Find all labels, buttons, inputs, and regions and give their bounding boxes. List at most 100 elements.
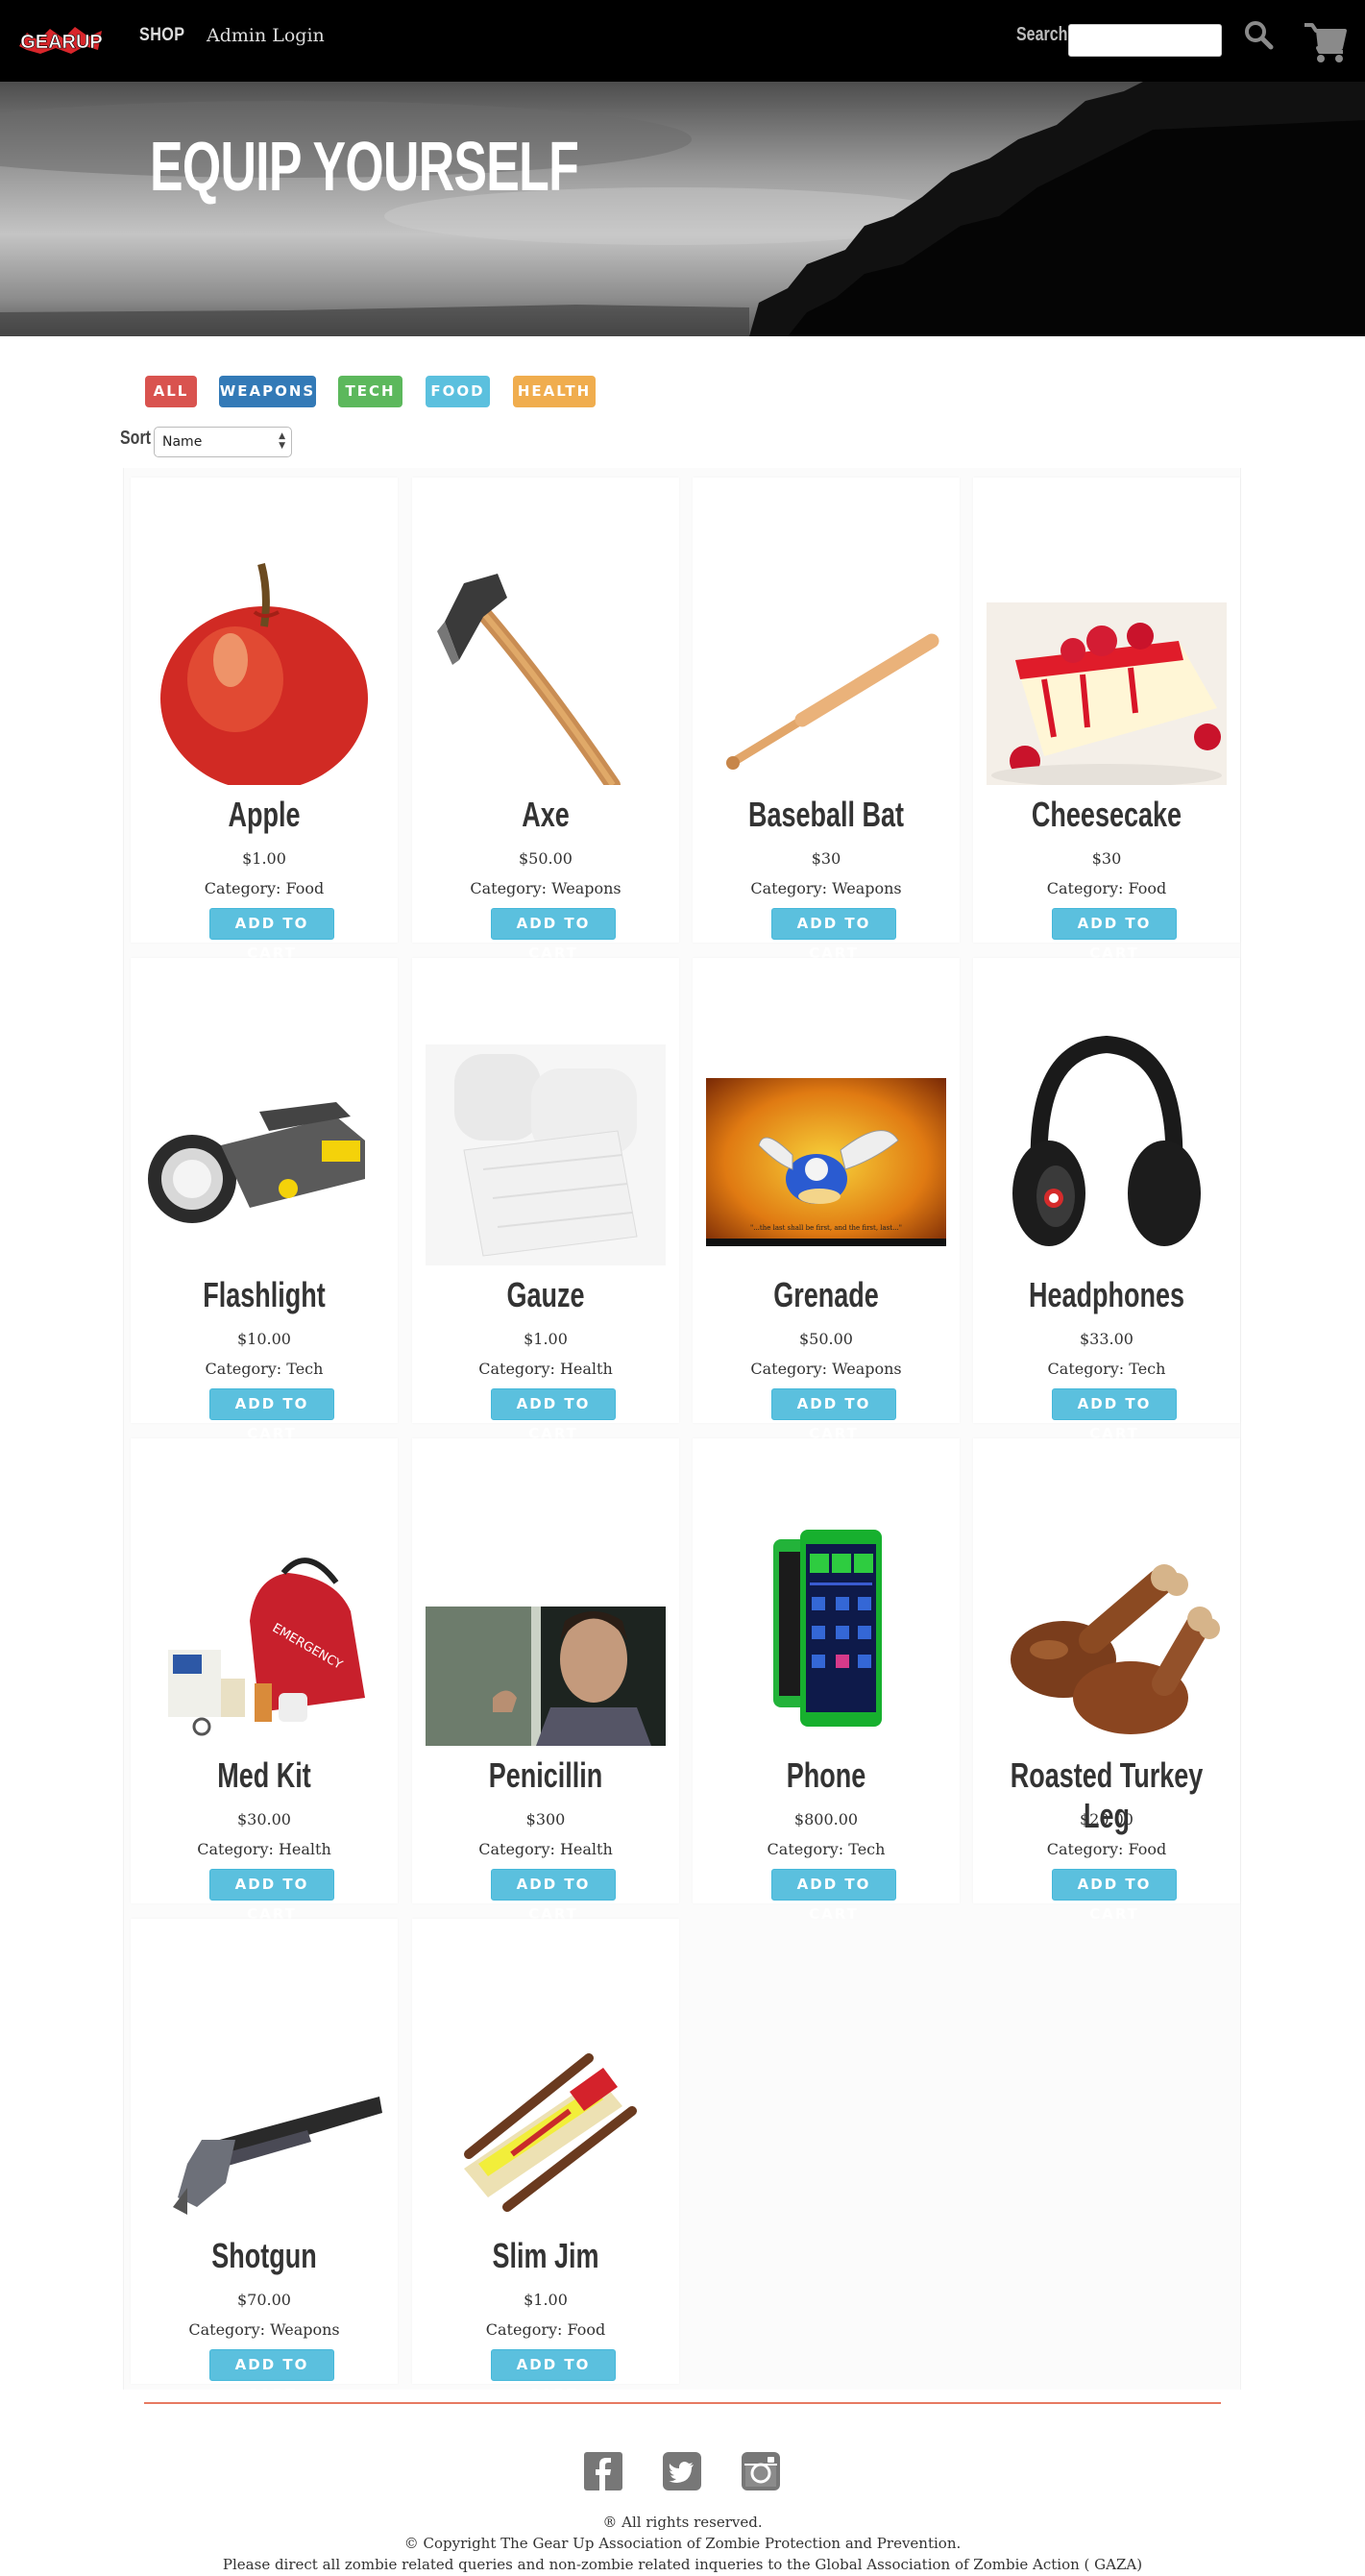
twitter-icon[interactable] [663, 2452, 701, 2490]
turkey-leg-image[interactable] [987, 1506, 1227, 1746]
search-icon[interactable] [1243, 19, 1276, 54]
add-to-cart-button[interactable]: ADD TO CART [209, 2349, 334, 2403]
product-category: Category: Tech [1047, 1360, 1166, 1378]
product-card: Phone $800.00 Category: Tech ADD TO CART [693, 1438, 960, 1923]
select-arrows-icon: ▲ ▼ [279, 431, 285, 451]
product-price: $10.00 [237, 1330, 291, 1348]
flashlight-image[interactable] [144, 1025, 384, 1265]
product-card: "...the last shall be first, and the fir… [693, 958, 960, 1442]
product-name[interactable]: Cheesecake [1007, 795, 1207, 835]
add-to-cart-button[interactable]: ADD TO CART [771, 1388, 896, 1442]
navbar: GEARUP SHOP Admin Login Search [0, 0, 1365, 82]
product-name[interactable]: Grenade [726, 1275, 927, 1315]
product-price: $50.00 [519, 849, 573, 868]
product-name[interactable]: Baseball Bat [726, 795, 927, 835]
add-to-cart-button[interactable]: ADD TO CART [209, 1388, 334, 1442]
product-name[interactable]: Penicillin [446, 1755, 646, 1796]
product-category: Category: Weapons [188, 2320, 340, 2339]
search-label: Search [1016, 24, 1068, 45]
product-card: Cheesecake $30 Category: Food ADD TO CAR… [973, 478, 1240, 962]
penicillin-image[interactable] [426, 1506, 666, 1746]
filter-food-button[interactable]: FOOD [426, 376, 490, 407]
shotgun-image[interactable] [144, 1986, 384, 2226]
product-price: $20.00 [1080, 1810, 1133, 1828]
add-to-cart-button[interactable]: ADD TO CART [1052, 1388, 1177, 1442]
product-name[interactable]: Flashlight [164, 1275, 365, 1315]
svg-text:"...the last shall be first, a: "...the last shall be first, and the fir… [750, 1224, 902, 1232]
footer-copyright: © Copyright The Gear Up Association of Z… [403, 2535, 962, 2552]
product-price: $30 [1091, 849, 1122, 868]
hero-banner: EQUIP YOURSELF [0, 82, 1365, 336]
product-card: Shotgun $70.00 Category: Weapons ADD TO … [131, 1919, 398, 2403]
product-category: Category: Weapons [750, 1360, 902, 1378]
filter-weapons-button[interactable]: WEAPONS [219, 376, 316, 407]
product-name[interactable]: Med Kit [164, 1755, 365, 1796]
product-category: Category: Food [1046, 1840, 1167, 1858]
product-name[interactable]: Apple [164, 795, 365, 835]
product-category: Category: Health [478, 1840, 613, 1858]
cart-icon[interactable] [1303, 19, 1349, 65]
product-name[interactable]: Axe [446, 795, 646, 835]
add-to-cart-button[interactable]: ADD TO CART [1052, 908, 1177, 962]
filter-all-button[interactable]: ALL [145, 376, 197, 407]
product-card: EMERGENCY Med Kit $30.00 Category: Healt… [131, 1438, 398, 1923]
filter-health-button[interactable]: HEALTH [513, 376, 596, 407]
headphones-image[interactable] [987, 1025, 1227, 1265]
product-category: Category: Weapons [750, 879, 902, 897]
sort-select[interactable]: Name ▲ ▼ [154, 427, 292, 457]
add-to-cart-button[interactable]: ADD TO CART [1052, 1869, 1177, 1923]
search-input[interactable] [1068, 24, 1222, 57]
product-card: Apple $1.00 Category: Food ADD TO CART [131, 478, 398, 962]
product-card: Baseball Bat $30 Category: Weapons ADD T… [693, 478, 960, 962]
product-price: $800.00 [793, 1810, 859, 1828]
product-card: Gauze $1.00 Category: Health ADD TO CART [412, 958, 679, 1442]
footer-rights: ® All rights reserved. [602, 2514, 763, 2531]
instagram-icon[interactable] [742, 2452, 780, 2490]
sort-label: Sort [120, 428, 151, 449]
product-name[interactable]: Gauze [446, 1275, 646, 1315]
product-price: $50.00 [799, 1330, 853, 1348]
baseball-bat-image[interactable] [706, 545, 946, 785]
axe-image[interactable] [426, 545, 666, 793]
product-category: Category: Health [197, 1840, 331, 1858]
add-to-cart-button[interactable]: ADD TO CART [209, 1869, 334, 1923]
sort-selected-value: Name [162, 434, 203, 450]
phone-image[interactable] [706, 1506, 946, 1746]
svg-text:GEARUP: GEARUP [20, 32, 103, 53]
nav-shop-link[interactable]: SHOP [139, 25, 184, 46]
cheesecake-image[interactable] [987, 545, 1227, 787]
product-name[interactable]: Shotgun [164, 2236, 365, 2276]
add-to-cart-button[interactable]: ADD TO CART [491, 1869, 616, 1923]
add-to-cart-button[interactable]: ADD TO CART [771, 1869, 896, 1923]
product-category: Category: Food [1046, 879, 1167, 897]
nav-admin-login-link[interactable]: Admin Login [207, 25, 325, 46]
gearup-logo[interactable]: GEARUP [17, 21, 106, 60]
product-name[interactable]: Slim Jim [446, 2236, 646, 2276]
product-category: Category: Weapons [470, 879, 622, 897]
footer-divider [144, 2402, 1221, 2404]
slim-jim-image[interactable] [426, 1986, 666, 2226]
add-to-cart-button[interactable]: ADD TO CART [209, 908, 334, 962]
facebook-icon[interactable] [584, 2452, 622, 2490]
product-price: $70.00 [237, 2291, 291, 2309]
gauze-image[interactable] [426, 1025, 666, 1265]
product-card: Roasted Turkey Leg $20.00 Category: Food… [973, 1438, 1240, 1923]
med-kit-image[interactable]: EMERGENCY [144, 1506, 384, 1746]
product-name[interactable]: Phone [726, 1755, 927, 1796]
add-to-cart-button[interactable]: ADD TO CART [491, 908, 616, 962]
product-price: $1.00 [524, 2291, 568, 2309]
product-category: Category: Food [204, 879, 325, 897]
product-card: Slim Jim $1.00 Category: Food ADD TO CAR… [412, 1919, 679, 2403]
apple-image[interactable] [144, 545, 384, 791]
product-name[interactable]: Headphones [1007, 1275, 1207, 1315]
product-card: Axe $50.00 Category: Weapons ADD TO CART [412, 478, 679, 962]
add-to-cart-button[interactable]: ADD TO CART [771, 908, 896, 962]
add-to-cart-button[interactable]: ADD TO CART [491, 1388, 616, 1442]
product-price: $30 [811, 849, 841, 868]
grenade-image[interactable]: "...the last shall be first, and the fir… [706, 1025, 946, 1265]
product-card: Headphones $33.00 Category: Tech ADD TO … [973, 958, 1240, 1442]
product-price: $33.00 [1080, 1330, 1133, 1348]
filter-tech-button[interactable]: TECH [338, 376, 402, 407]
footer-contact: Please direct all zombie related queries… [222, 2556, 1143, 2573]
add-to-cart-button[interactable]: ADD TO CART [491, 2349, 616, 2403]
